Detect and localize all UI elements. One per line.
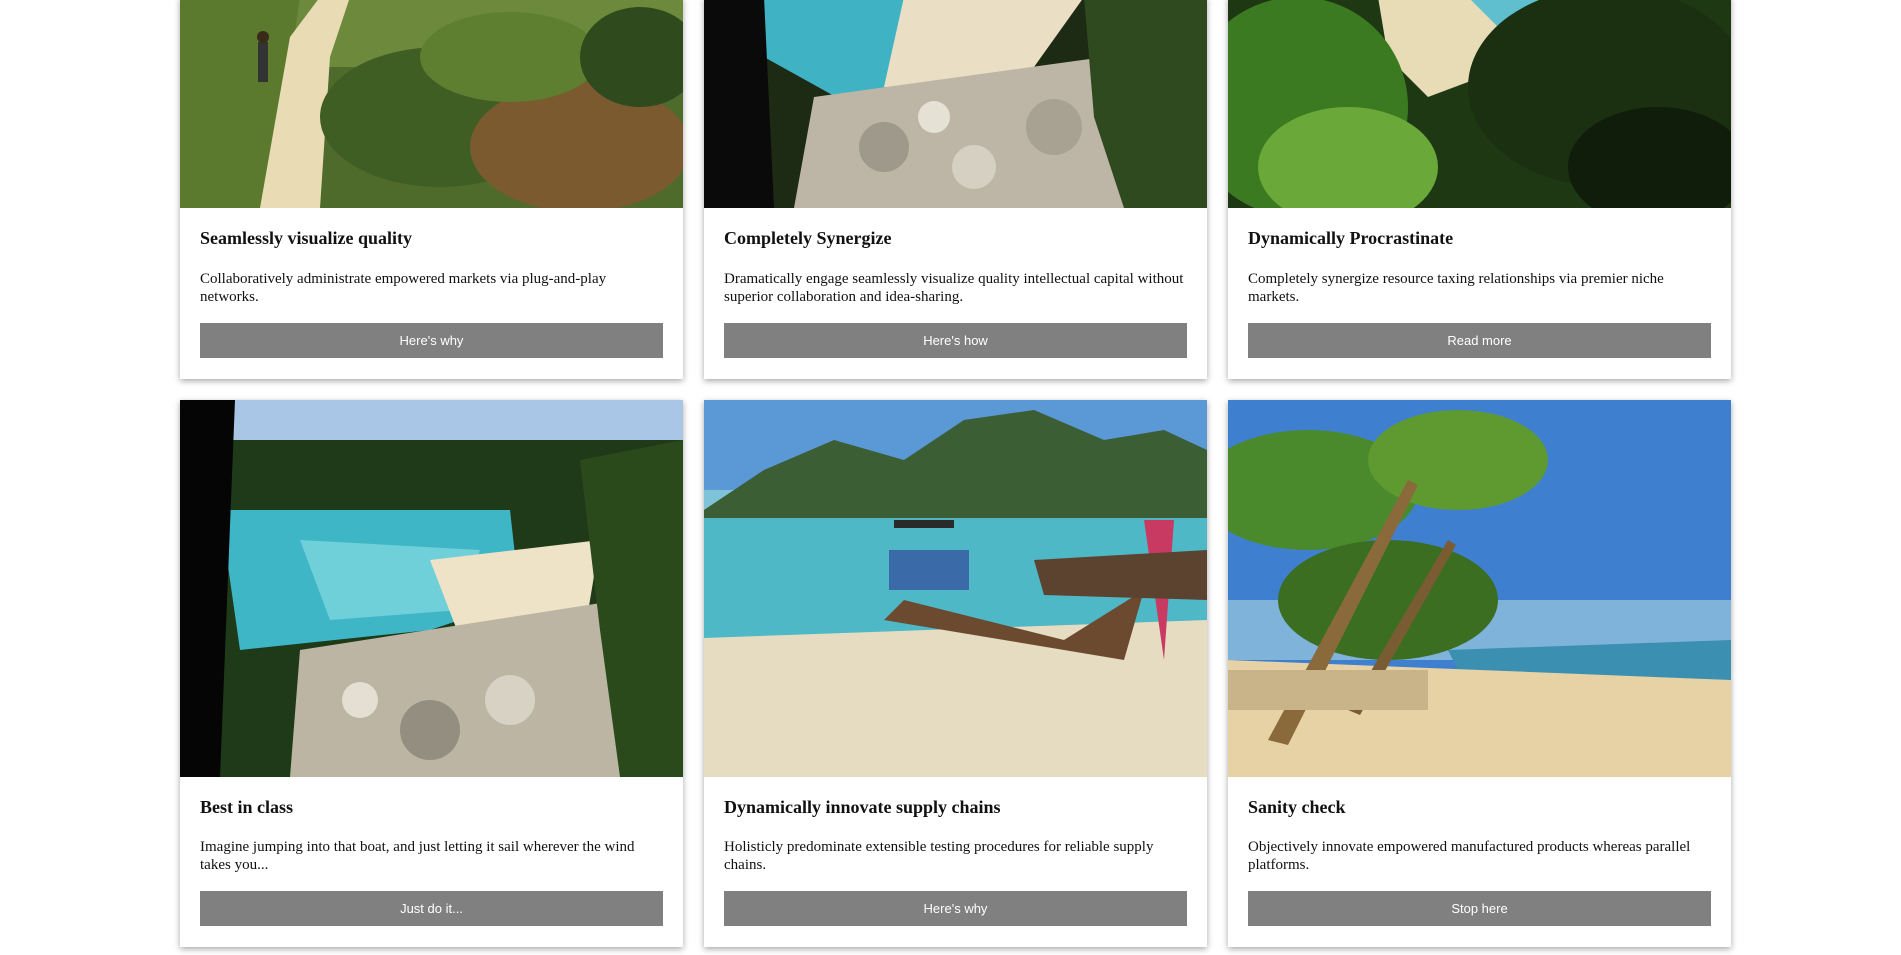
trail-forest-photo	[180, 0, 683, 208]
card-title: Dynamically innovate supply chains	[724, 796, 1001, 817]
card-title: Completely Synergize	[724, 228, 892, 248]
longtail-boat-photo	[704, 399, 1207, 777]
card: Dynamically innovate supply chains Holis…	[704, 399, 1207, 948]
card-grid: Seamlessly visualize quality Collaborati…	[180, 0, 1731, 948]
card-title: Best in class	[200, 796, 294, 817]
card-description: Holisticly predominate extensible testin…	[724, 839, 1154, 874]
turquoise-bay-photo	[180, 399, 683, 777]
card-button[interactable]: Here's why	[200, 322, 663, 358]
card: Best in class Imagine jumping into that …	[180, 399, 683, 948]
card: Completely Synergize Dramatically engage…	[704, 0, 1207, 379]
card-description: Dramatically engage seamlessly visualize…	[724, 270, 1184, 305]
card-title: Seamlessly visualize quality	[200, 228, 413, 248]
card: Seamlessly visualize quality Collaborati…	[180, 0, 683, 379]
card-title: Dynamically Procrastinate	[1248, 228, 1454, 248]
card-description: Completely synergize resource taxing rel…	[1248, 270, 1664, 305]
card: Sanity check Objectively innovate empowe…	[1228, 399, 1731, 948]
card-description: Collaboratively administrate empowered m…	[200, 270, 607, 305]
card-description: Imagine jumping into that boat, and just…	[200, 839, 635, 874]
card-title: Sanity check	[1248, 796, 1346, 817]
rocky-cove-photo	[704, 0, 1207, 208]
card-button[interactable]: Read more	[1248, 322, 1711, 358]
card-button[interactable]: Just do it...	[200, 891, 663, 927]
card: Dynamically Procrastinate Completely syn…	[1228, 0, 1731, 379]
palm-beach-photo	[1228, 399, 1731, 777]
card-button[interactable]: Here's why	[724, 891, 1187, 927]
card-button[interactable]: Here's how	[724, 322, 1187, 358]
fern-beach-photo	[1228, 0, 1731, 208]
card-description: Objectively innovate empowered manufactu…	[1248, 839, 1691, 874]
card-button[interactable]: Stop here	[1248, 891, 1711, 927]
